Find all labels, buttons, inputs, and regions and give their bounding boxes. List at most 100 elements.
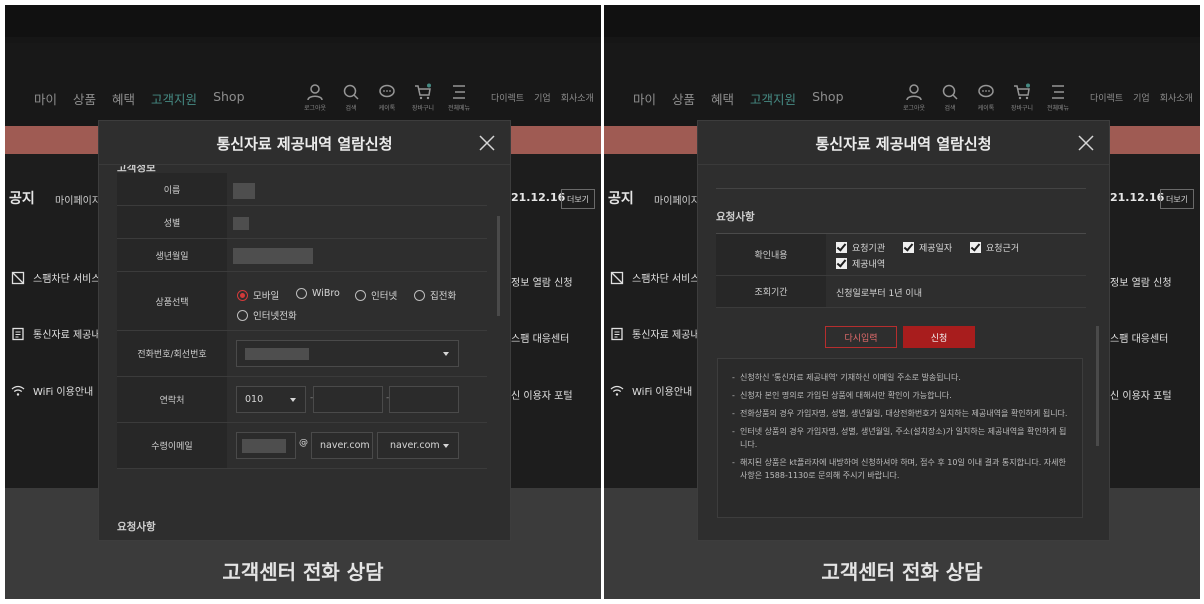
radio-dot-selected (237, 289, 248, 301)
more-button[interactable]: 더보기 (1160, 189, 1194, 209)
check-date[interactable]: 제공일자 (903, 241, 952, 254)
checkbox-checked (903, 242, 914, 253)
row-contact: 연락처 010 - - (117, 377, 487, 423)
value-contact: 010 - - (233, 377, 487, 422)
row-phone: 전화번호/회선번호 (117, 331, 487, 377)
close-icon[interactable] (478, 134, 496, 152)
chevron-down-icon (290, 397, 296, 402)
phone-select[interactable] (236, 340, 459, 367)
service-item-spam-block[interactable]: 스팸차단 서비스 (610, 270, 700, 285)
modal-body[interactable]: 고객정보 이름 성별 생년월일 상품선택 모바일 WiBro 인터넷 집전화 인… (117, 165, 487, 542)
service-label: 통신자료 제공내 (33, 330, 101, 341)
notice-box: 신청하신 '통신자료 제공내역' 기재하신 이메일 주소로 발송됩니다. 신청자… (717, 358, 1083, 518)
modal-body[interactable]: 요청사항 확인내용 요청기관 제공일자 요청근거 제공내역 조회기간 신청일로부… (716, 165, 1086, 542)
email-id-input[interactable] (236, 432, 296, 459)
radio-label: 인터넷전화 (253, 311, 297, 322)
service-item-wifi[interactable]: WiFi 이용안내 (11, 383, 93, 398)
checkbox-checked (836, 258, 847, 269)
check-basis[interactable]: 요청근거 (970, 241, 1019, 254)
check-agency[interactable]: 요청기관 (836, 241, 885, 254)
radio-internet-phone[interactable]: 인터넷전화 (237, 308, 297, 322)
chevron-down-icon (443, 351, 449, 356)
service-right-spam-center[interactable]: 스팸 대응센터 (511, 330, 569, 345)
notice-title: 공지 (9, 191, 35, 207)
checkbox-checked (970, 242, 981, 253)
radio-internet[interactable]: 인터넷 (355, 288, 397, 302)
radio-mobile[interactable]: 모바일 (237, 288, 279, 302)
data-request-modal: 통신자료 제공내역 열람신청 요청사항 확인내용 요청기관 제공일자 요청근거 … (697, 120, 1110, 541)
checkbox-label: 제공일자 (919, 244, 953, 254)
email-domain-input[interactable]: naver.com (311, 432, 373, 459)
value-phone (233, 331, 487, 376)
notice-subject[interactable]: 마이페이지 (654, 192, 700, 207)
contact-prefix-value: 010 (245, 394, 264, 405)
checkbox-label: 제공내역 (852, 260, 886, 270)
wifi-icon (610, 385, 624, 396)
service-item-data-provision[interactable]: 통신자료 제공내 (610, 326, 700, 341)
row-gender: 성별 (117, 206, 487, 239)
service-item-spam-block[interactable]: 스팸차단 서비스 (11, 270, 101, 285)
check-detail[interactable]: 제공내역 (836, 257, 885, 270)
product-radio-group: 모바일 WiBro 인터넷 집전화 인터넷전화 (233, 272, 487, 330)
divider (716, 188, 1086, 189)
modal-header: 통신자료 제공내역 열람신청 (698, 121, 1109, 165)
service-label: WiFi 이용안내 (632, 387, 693, 398)
email-domain-select[interactable]: naver.com (377, 432, 459, 459)
service-item-data-provision[interactable]: 통신자료 제공내 (11, 326, 101, 341)
block-icon (610, 271, 624, 284)
label-email: 수령이메일 (117, 423, 227, 468)
contact-middle-input[interactable] (313, 386, 383, 413)
support-call-title: 고객센터 전화 상담 (222, 560, 384, 584)
email-domain-select-value: naver.com (390, 440, 440, 451)
service-right-user-portal[interactable]: 신 이용자 포털 (511, 387, 573, 402)
service-right-user-portal[interactable]: 신 이용자 포털 (1110, 387, 1172, 402)
label-phone: 전화번호/회선번호 (117, 331, 227, 376)
radio-label: 인터넷 (371, 291, 398, 302)
section-request: 요청사항 (117, 521, 156, 533)
contact-last-input[interactable] (389, 386, 459, 413)
checkbox-label: 요청근거 (986, 244, 1020, 254)
close-icon[interactable] (1077, 134, 1095, 152)
masked-value (245, 348, 309, 360)
modal-title: 통신자료 제공내역 열람신청 (216, 135, 393, 153)
radio-dot (355, 289, 366, 301)
modal-header: 통신자료 제공내역 열람신청 (99, 121, 510, 165)
checkbox-label: 요청기관 (852, 244, 886, 254)
block-icon (11, 271, 25, 284)
value-period: 신청일로부터 1년 이내 (832, 276, 1086, 307)
more-button[interactable]: 더보기 (561, 189, 595, 209)
radio-dot (414, 289, 425, 301)
service-right-info-request[interactable]: 정보 열람 신청 (1110, 274, 1172, 289)
value-name (233, 173, 487, 205)
checkbox-checked (836, 242, 847, 253)
data-request-modal: 통신자료 제공내역 열람신청 고객정보 이름 성별 생년월일 상품선택 모바일 (98, 120, 511, 541)
radio-home-phone[interactable]: 집전화 (414, 288, 456, 302)
label-confirm: 확인내용 (716, 234, 826, 275)
radio-wibro[interactable]: WiBro (296, 288, 340, 299)
period-value: 신청일로부터 1년 이내 (836, 289, 922, 299)
masked-value (233, 183, 255, 199)
contact-prefix-select[interactable]: 010 (236, 386, 306, 413)
service-item-wifi[interactable]: WiFi 이용안내 (610, 383, 692, 398)
document-icon (611, 327, 623, 340)
notice-item: 해지된 상품은 kt플라자에 내방하여 신청하셔야 하며, 접수 후 10일 이… (732, 456, 1068, 482)
notice-item: 전화상품의 경우 가입자명, 성별, 생년월일, 대상전화번호가 일치하는 제공… (732, 407, 1068, 420)
service-right-info-request[interactable]: 정보 열람 신청 (511, 274, 573, 289)
row-period: 조회기간 신청일로부터 1년 이내 (716, 276, 1086, 308)
label-period: 조회기간 (716, 276, 826, 307)
notice-subject[interactable]: 마이페이지 (55, 192, 101, 207)
email-domain-value: naver.com (320, 440, 370, 451)
submit-button[interactable]: 신청 (903, 326, 975, 348)
reset-button[interactable]: 다시입력 (825, 326, 897, 348)
service-right-spam-center[interactable]: 스팸 대응센터 (1110, 330, 1168, 345)
modal-title: 통신자료 제공내역 열람신청 (815, 135, 992, 153)
masked-value (233, 217, 249, 230)
masked-value (242, 439, 286, 453)
service-label: 스팸차단 서비스 (632, 274, 700, 285)
modal-scrollbar[interactable] (1096, 326, 1099, 446)
left-screenshot: 마이 상품 혜택 고객지원 Shop 로그아웃 검색 케이톡 장바구니 전체메뉴… (5, 5, 601, 599)
modal-scrollbar[interactable] (497, 216, 500, 316)
notice-item: 신청자 본인 명의로 가입된 상품에 대해서만 확인이 가능합니다. (732, 389, 1068, 402)
service-label: 스팸차단 서비스 (33, 274, 101, 285)
label-name: 이름 (117, 173, 227, 205)
